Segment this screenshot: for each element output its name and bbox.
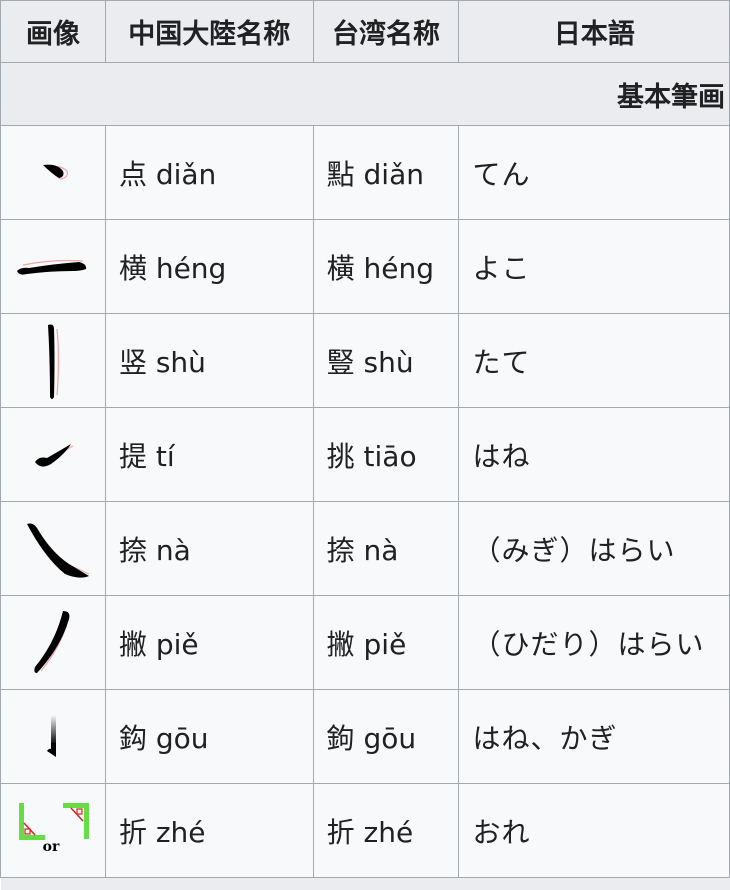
table-row: 点 diǎn 點 diǎn てん [0,125,730,220]
mainland-name-cell: 撇 piě [104,595,314,690]
japanese-name-cell: はね、かぎ [458,689,730,784]
japanese-name-cell: たて [458,313,730,408]
zhe-stroke-icon: or [18,802,89,855]
zhe-or-caption: or [43,839,60,855]
shu-stroke-icon [47,324,60,399]
header-mainland-name: 中国大陸名称 [104,0,314,63]
ti-stroke-icon [34,443,74,467]
header-image: 画像 [0,0,106,63]
gou-stroke-icon [46,714,56,757]
pie-stroke-icon [34,610,70,673]
japanese-name-cell: おれ [458,783,730,878]
mainland-name-cell: 提 tí [104,407,314,502]
table-row: or 折 zhé 折 zhé おれ [0,783,730,878]
stroke-image-cell: or [0,783,106,878]
stroke-image-cell [0,125,106,220]
strokes-table: 画像 中国大陸名称 台湾名称 日本語 基本筆画 点 diǎn 點 diǎn てん [0,0,730,890]
stroke-image-cell [0,595,106,690]
section-title: 基本筆画 [0,62,730,126]
taiwan-name-cell: 撇 piě [312,595,460,690]
japanese-name-cell: てん [458,125,730,220]
section-row: 基本筆画 [0,62,730,126]
table-row: 撇 piě 撇 piě （ひだり）はらい [0,595,730,690]
stroke-image-cell [0,219,106,314]
mainland-name-cell: 竖 shù [104,313,314,408]
mainland-name-cell: 点 diǎn [104,125,314,220]
header-row: 画像 中国大陸名称 台湾名称 日本語 [0,0,730,63]
taiwan-name-cell: 豎 shù [312,313,460,408]
header-taiwan-name: 台湾名称 [312,0,460,63]
taiwan-name-cell: 捺 nà [312,501,460,596]
stroke-image-cell [0,501,106,596]
mainland-name-cell: 横 héng [104,219,314,314]
japanese-name-cell: はね [458,407,730,502]
header-japanese: 日本語 [458,0,730,63]
dian-stroke-icon [42,164,68,180]
bottom-strip-cell [0,877,730,890]
taiwan-name-cell: 折 zhé [312,783,460,878]
table-bottom-strip [0,877,730,890]
taiwan-name-cell: 點 diǎn [312,125,460,220]
stroke-image-cell [0,407,106,502]
stroke-image-cell [0,689,106,784]
taiwan-name-cell: 橫 héng [312,219,460,314]
table-row: 竖 shù 豎 shù たて [0,313,730,408]
table-row: 横 héng 橫 héng よこ [0,219,730,314]
taiwan-name-cell: 挑 tiāo [312,407,460,502]
na-stroke-icon [26,523,90,578]
table-row: 鈎 gōu 鉤 gōu はね、かぎ [0,689,730,784]
taiwan-name-cell: 鉤 gōu [312,689,460,784]
japanese-name-cell: （みぎ）はらい [458,501,730,596]
stroke-image-cell [0,313,106,408]
japanese-name-cell: （ひだり）はらい [458,595,730,690]
japanese-name-cell: よこ [458,219,730,314]
mainland-name-cell: 折 zhé [104,783,314,878]
mainland-name-cell: 捺 nà [104,501,314,596]
mainland-name-cell: 鈎 gōu [104,689,314,784]
table-row: 提 tí 挑 tiāo はね [0,407,730,502]
table-row: 捺 nà 捺 nà （みぎ）はらい [0,501,730,596]
heng-stroke-icon [16,259,87,275]
